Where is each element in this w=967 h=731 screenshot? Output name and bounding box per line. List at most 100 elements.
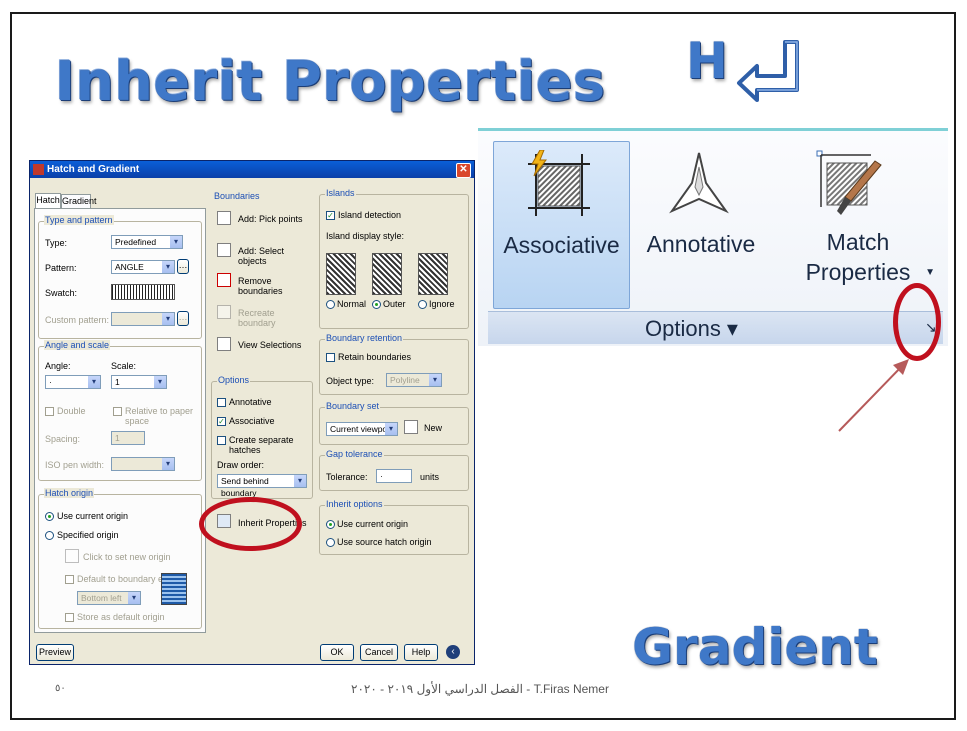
origin-preview-icon — [161, 573, 187, 605]
match-label-line1: Match — [826, 229, 890, 255]
scale-select[interactable]: 1 ▾ — [111, 375, 167, 389]
type-label: Type: — [45, 238, 68, 248]
double-checkbox[interactable] — [45, 407, 54, 416]
view-selections-label[interactable]: View Selections — [238, 340, 301, 350]
double-label: Double — [57, 406, 86, 416]
tab-gradient[interactable]: Gradient — [61, 194, 97, 208]
boundaries-legend: Boundaries — [214, 191, 260, 201]
custom-browse-button[interactable]: … — [177, 311, 189, 326]
use-current-origin-label: Use current origin — [57, 511, 129, 521]
island-normal-radio[interactable] — [326, 300, 335, 309]
spacing-input[interactable]: 1 — [111, 431, 145, 445]
cancel-button[interactable]: Cancel — [360, 644, 398, 661]
spacing-label: Spacing: — [45, 434, 81, 444]
tolerance-input[interactable]: · — [376, 469, 412, 483]
islands-legend: Islands — [325, 188, 356, 198]
hatch-origin-legend: Hatch origin — [44, 488, 95, 498]
remove-boundaries-icon[interactable] — [217, 273, 231, 287]
annotative-label: Annotative — [646, 231, 756, 257]
help-button[interactable]: Help — [404, 644, 438, 661]
annotative-checkbox[interactable] — [217, 398, 226, 407]
island-ignore-preview[interactable] — [418, 253, 448, 295]
dropdown-arrow-icon[interactable]: ▼ — [925, 267, 935, 278]
match-label-line2: Properties — [805, 259, 911, 285]
island-detection-label: Island detection — [338, 210, 402, 220]
relative-paper-checkbox[interactable] — [113, 407, 122, 416]
specified-origin-label: Specified origin — [57, 530, 119, 540]
add-select-objects-icon[interactable] — [217, 243, 231, 257]
associative-label: Associative — [503, 232, 620, 258]
view-selections-icon[interactable] — [217, 337, 231, 351]
island-outer-radio[interactable] — [372, 300, 381, 309]
new-boundary-set-icon[interactable] — [404, 420, 418, 434]
set-origin-icon[interactable] — [65, 549, 79, 563]
chevron-down-icon: ▾ — [162, 458, 174, 470]
tolerance-label: Tolerance: — [326, 472, 368, 482]
default-extents-checkbox[interactable] — [65, 575, 74, 584]
boundary-set-select[interactable]: Current viewport ▾ — [326, 422, 398, 436]
island-outer-label: Outer — [383, 299, 406, 309]
gap-tolerance-legend: Gap tolerance — [325, 449, 384, 459]
tab-hatch[interactable]: Hatch — [35, 193, 61, 208]
iso-pen-select[interactable]: ▾ — [111, 457, 175, 471]
options-legend: Options — [217, 375, 251, 385]
use-current-origin-radio[interactable] — [45, 512, 54, 521]
add-select-objects-label[interactable]: Add: Select objects — [238, 246, 312, 266]
annotative-ribbon-button[interactable]: Annotative — [636, 141, 766, 309]
preview-button[interactable]: Preview — [36, 644, 74, 661]
associative-hatch-icon — [528, 150, 590, 216]
object-type-select[interactable]: Polyline ▾ — [386, 373, 442, 387]
recreate-boundary-label[interactable]: Recreate boundary — [238, 308, 312, 328]
retain-boundaries-checkbox[interactable] — [326, 353, 335, 362]
inherit-source-origin-radio[interactable] — [326, 538, 335, 547]
options-panel-label[interactable]: Options ▾ — [645, 316, 738, 342]
island-normal-preview[interactable] — [326, 253, 356, 295]
ok-button[interactable]: OK — [320, 644, 354, 661]
match-properties-brush-icon — [816, 150, 882, 215]
more-options-arrow-icon[interactable]: ‹ — [446, 645, 460, 659]
inherit-options-legend: Inherit options — [325, 499, 384, 509]
island-detection-checkbox[interactable]: ✓ — [326, 211, 335, 220]
type-pattern-legend: Type and pattern — [44, 215, 114, 225]
recreate-boundary-icon[interactable] — [217, 305, 231, 319]
specified-origin-radio[interactable] — [45, 531, 54, 540]
gap-tolerance-group: Gap tolerance Tolerance: · units — [319, 449, 469, 491]
separate-hatches-checkbox[interactable] — [217, 436, 226, 445]
inherit-options-group: Inherit options Use current origin Use s… — [319, 499, 469, 555]
separate-hatches-label: Create separate hatches — [229, 435, 294, 455]
remove-boundaries-label[interactable]: Remove boundaries — [238, 276, 312, 296]
associative-ribbon-button[interactable]: Associative — [493, 141, 630, 309]
angle-scale-group: Angle and scale Angle: · ▾ Scale: 1 ▾ Doub… — [38, 340, 202, 481]
island-outer-preview[interactable] — [372, 253, 402, 295]
chevron-down-icon: ▾ — [162, 313, 174, 325]
ribbon-options-panel: Associative Annotative Match Properties … — [478, 128, 948, 346]
custom-pattern-select[interactable]: ▾ — [111, 312, 175, 326]
chevron-down-icon: ▾ — [429, 374, 441, 386]
inherit-properties-highlight-circle — [199, 497, 302, 551]
store-default-checkbox[interactable] — [65, 613, 74, 622]
associative-checkbox[interactable]: ✓ — [217, 417, 226, 426]
island-ignore-label: Ignore — [429, 299, 455, 309]
iso-pen-label: ISO pen width: — [45, 460, 105, 470]
type-select[interactable]: Predefined ▾ — [111, 235, 183, 249]
object-type-label: Object type: — [326, 376, 375, 386]
draw-order-label: Draw order: — [217, 460, 265, 470]
add-pick-points-label[interactable]: Add: Pick points — [238, 214, 303, 224]
angle-select[interactable]: · ▾ — [45, 375, 101, 389]
inherit-source-origin-label: Use source hatch origin — [337, 537, 432, 547]
inherit-current-origin-radio[interactable] — [326, 520, 335, 529]
retain-boundaries-label: Retain boundaries — [338, 352, 412, 362]
app-icon — [33, 164, 44, 175]
close-icon[interactable]: ✕ — [456, 163, 471, 178]
scale-label: Scale: — [111, 361, 137, 371]
store-default-label: Store as default origin — [77, 612, 165, 622]
island-ignore-radio[interactable] — [418, 300, 427, 309]
pattern-select[interactable]: ANGLE ▾ — [111, 260, 175, 274]
island-normal-label: Normal — [337, 299, 367, 309]
chevron-down-icon: ▾ — [88, 376, 100, 388]
pattern-browse-button[interactable]: … — [177, 259, 189, 274]
draw-order-select[interactable]: Send behind boundary ▾ — [217, 474, 307, 498]
origin-position-select[interactable]: Bottom left ▾ — [77, 591, 141, 605]
add-pick-points-icon[interactable] — [217, 211, 231, 225]
swatch-preview[interactable] — [111, 284, 175, 300]
